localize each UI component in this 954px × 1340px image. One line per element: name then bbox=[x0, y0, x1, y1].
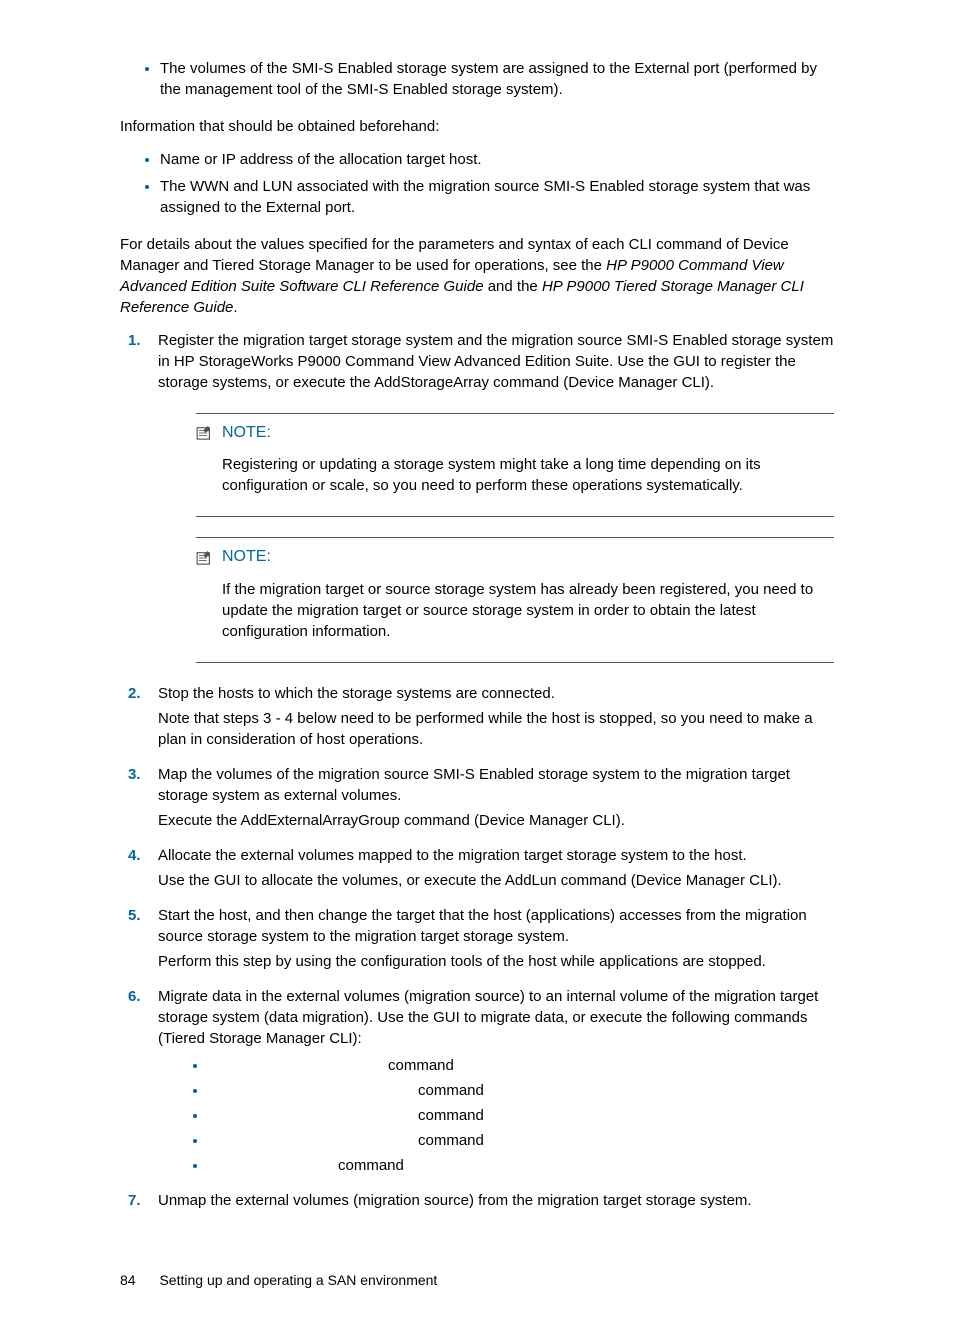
info-intro: Information that should be obtained befo… bbox=[120, 116, 834, 137]
note-icon bbox=[196, 426, 214, 440]
step-number: 5. bbox=[128, 905, 141, 926]
note-block: NOTE: If the migration target or source … bbox=[196, 537, 834, 662]
step-number: 7. bbox=[128, 1190, 141, 1211]
step-item: 1. Register the migration target storage… bbox=[120, 330, 834, 663]
details-paragraph: For details about the values specified f… bbox=[120, 234, 834, 318]
command-item: command bbox=[208, 1080, 834, 1101]
steps-list: 1. Register the migration target storage… bbox=[120, 330, 834, 1211]
footer-title: Setting up and operating a SAN environme… bbox=[159, 1272, 437, 1288]
step-number: 6. bbox=[128, 986, 141, 1007]
note-label: NOTE: bbox=[222, 422, 271, 444]
step-item: 6. Migrate data in the external volumes … bbox=[120, 986, 834, 1176]
step-text: Start the host, and then change the targ… bbox=[158, 905, 834, 947]
step-number: 2. bbox=[128, 683, 141, 704]
info-bullet-item: Name or IP address of the allocation tar… bbox=[160, 149, 834, 170]
step-item: 2. Stop the hosts to which the storage s… bbox=[120, 683, 834, 750]
step-text: Register the migration target storage sy… bbox=[158, 330, 834, 393]
command-item: command bbox=[208, 1155, 834, 1176]
step-number: 1. bbox=[128, 330, 141, 351]
step-item: 7. Unmap the external volumes (migration… bbox=[120, 1190, 834, 1211]
step-extra: Execute the AddExternalArrayGroup comman… bbox=[158, 810, 834, 831]
note-icon bbox=[196, 551, 214, 565]
step-extra: Perform this step by using the configura… bbox=[158, 951, 834, 972]
step-text: Allocate the external volumes mapped to … bbox=[158, 845, 834, 866]
command-item: command bbox=[208, 1055, 834, 1076]
step-item: 4. Allocate the external volumes mapped … bbox=[120, 845, 834, 891]
command-item: command bbox=[208, 1130, 834, 1151]
step-extra: Use the GUI to allocate the volumes, or … bbox=[158, 870, 834, 891]
step-text: Unmap the external volumes (migration so… bbox=[158, 1190, 834, 1211]
info-bullet-list: Name or IP address of the allocation tar… bbox=[120, 149, 834, 218]
step-text: Map the volumes of the migration source … bbox=[158, 764, 834, 806]
note-body: Registering or updating a storage system… bbox=[222, 454, 834, 496]
command-item: command bbox=[208, 1105, 834, 1126]
step-number: 3. bbox=[128, 764, 141, 785]
note-label: NOTE: bbox=[222, 546, 271, 568]
page-footer: 84 Setting up and operating a SAN enviro… bbox=[120, 1271, 834, 1291]
command-list: command command command command command bbox=[158, 1055, 834, 1176]
step-item: 3. Map the volumes of the migration sour… bbox=[120, 764, 834, 831]
top-bullet-list: The volumes of the SMI-S Enabled storage… bbox=[120, 58, 834, 100]
info-bullet-item: The WWN and LUN associated with the migr… bbox=[160, 176, 834, 218]
step-number: 4. bbox=[128, 845, 141, 866]
page-number: 84 bbox=[120, 1272, 136, 1288]
step-extra: Note that steps 3 - 4 below need to be p… bbox=[158, 708, 834, 750]
step-item: 5. Start the host, and then change the t… bbox=[120, 905, 834, 972]
step-text: Stop the hosts to which the storage syst… bbox=[158, 683, 834, 704]
note-body: If the migration target or source storag… bbox=[222, 579, 834, 642]
step-text: Migrate data in the external volumes (mi… bbox=[158, 986, 834, 1049]
note-block: NOTE: Registering or updating a storage … bbox=[196, 413, 834, 517]
top-bullet-item: The volumes of the SMI-S Enabled storage… bbox=[160, 58, 834, 100]
